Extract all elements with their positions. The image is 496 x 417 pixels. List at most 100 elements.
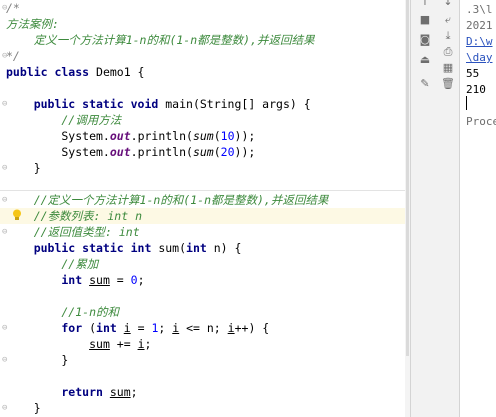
code-token: //1-n的和 [6,305,120,319]
console-toolbar: ↓ ⤶ ⤓ ⎙ ▦ 🗑 [437,0,460,417]
code-token: n) { [213,241,242,255]
code-token: ; [137,273,145,287]
code-token: )); [234,129,256,143]
code-token: sum [192,129,214,143]
fold-marker[interactable]: ⊖ [2,3,10,13]
fold-marker[interactable]: ⊖ [2,163,10,173]
code-token: //返回值类型: int [6,225,140,239]
code-token: 20 [220,145,235,159]
camera-icon[interactable]: ◙ [418,34,432,46]
console-line: Proce [466,115,496,128]
code-line[interactable]: System.out.println(sum(10)); [6,128,255,144]
code-token: 定义一个方法计算1-n的和(1-n都是整数),并返回结果 [6,33,315,47]
arrow-down-icon[interactable]: ↓ [441,0,455,8]
code-token: ; [158,321,173,335]
console-line: 55 [466,67,480,80]
code-token: ( [213,145,221,159]
code-token: = [130,321,152,335]
fold-marker[interactable]: ⊖ [2,323,10,333]
console-output[interactable]: .3\l 2021 D:\w \day 55 210 Proce [460,0,496,417]
console-line: .3\l [466,3,493,16]
console-path-link[interactable]: \day [466,50,493,66]
code-token: main(String[] args) { [165,97,311,111]
method-separator [0,190,410,191]
code-token: Demo1 { [96,65,145,79]
console-line: 210 [466,83,486,96]
code-line[interactable]: public class Demo1 { [6,64,144,80]
code-token: //参数列表: int n [6,209,143,223]
code-line[interactable]: } [6,352,68,368]
code-editor[interactable]: /* 方法案例: 定义一个方法计算1-n的和(1-n都是整数),并返回结果 */pu… [0,0,410,417]
code-token: for [6,321,90,335]
code-token: ; [130,385,138,399]
code-token: ( [213,129,221,143]
code-token: .println( [130,145,193,159]
fold-marker[interactable]: ⊖ [2,403,10,413]
soft-wrap-icon[interactable]: ⤶ [441,14,455,26]
code-token: out [109,129,131,143]
editor-scrollbar-thumb[interactable] [406,0,409,356]
code-line[interactable]: //返回值类型: int [6,224,140,240]
code-token: } [6,161,41,175]
code-token: )); [234,145,256,159]
arrow-up-icon[interactable]: ↑ [418,0,432,8]
layout-icon[interactable]: ▦ [441,62,455,74]
code-token: int [96,321,124,335]
code-line[interactable]: return sum; [6,384,138,400]
scroll-to-end-icon[interactable]: ⤓ [441,30,455,42]
code-token: sum [89,273,110,287]
code-line[interactable]: //调用方法 [6,112,121,128]
fold-marker[interactable]: ⊖ [2,51,10,61]
code-token: ++) { [234,321,270,335]
code-line[interactable]: } [6,400,41,416]
code-token: ; [144,337,152,351]
code-line[interactable]: //1-n的和 [6,304,119,320]
console-cursor [466,96,467,110]
fold-marker[interactable]: ⊖ [2,355,10,365]
delete-icon[interactable]: 🗑 [441,78,455,90]
code-line[interactable]: 定义一个方法计算1-n的和(1-n都是整数),并返回结果 [6,32,315,48]
console-path-link[interactable]: D:\w [466,34,493,50]
code-line[interactable]: //定义一个方法计算1-n的和(1-n都是整数),并返回结果 [6,192,329,208]
code-token: public static void [6,97,166,111]
pin-icon[interactable]: ✎ [418,78,432,90]
lightbulb-icon[interactable] [12,209,22,221]
code-token: //累加 [6,257,99,271]
code-token: int [6,273,90,287]
code-token: sum [109,385,131,399]
code-line[interactable]: } [6,160,41,176]
code-token: <= n; [179,321,228,335]
fold-marker[interactable]: ⊖ [2,195,10,205]
code-token: return [6,385,110,399]
code-line[interactable]: public static void main(String[] args) { [6,96,311,112]
code-token: i [137,337,145,351]
code-token: //定义一个方法计算1-n的和(1-n都是整数),并返回结果 [6,193,329,207]
code-line[interactable]: //累加 [6,256,98,272]
code-token: //调用方法 [6,113,122,127]
code-line[interactable]: int sum = 0; [6,272,145,288]
fold-marker[interactable]: ⊖ [2,227,10,237]
code-line[interactable]: for (int i = 1; i <= n; i++) { [6,320,269,336]
fold-marker[interactable]: ⊖ [2,99,10,109]
exit-icon[interactable]: ⏏ [418,54,432,66]
code-token: System. [6,145,110,159]
code-token: public static int [6,241,159,255]
code-token: sum [192,145,214,159]
code-line[interactable]: public static int sum(int n) { [6,240,242,256]
code-token: System. [6,129,110,143]
code-line[interactable]: //参数列表: int n [0,208,410,224]
stop-icon[interactable]: ■ [418,14,432,26]
code-token: 0 [130,273,138,287]
code-token: sum [89,337,110,351]
code-token: = [109,273,131,287]
console-line: 2021 [466,19,493,32]
code-line[interactable]: 方法案例: [6,16,59,32]
code-token: 方法案例: [6,17,59,31]
code-token: } [6,401,41,415]
print-icon[interactable]: ⎙ [441,46,455,58]
code-line[interactable]: System.out.println(sum(20)); [6,144,255,160]
code-line[interactable]: sum += i; [6,336,151,352]
code-token: public class [6,65,97,79]
code-token: .println( [130,129,193,143]
